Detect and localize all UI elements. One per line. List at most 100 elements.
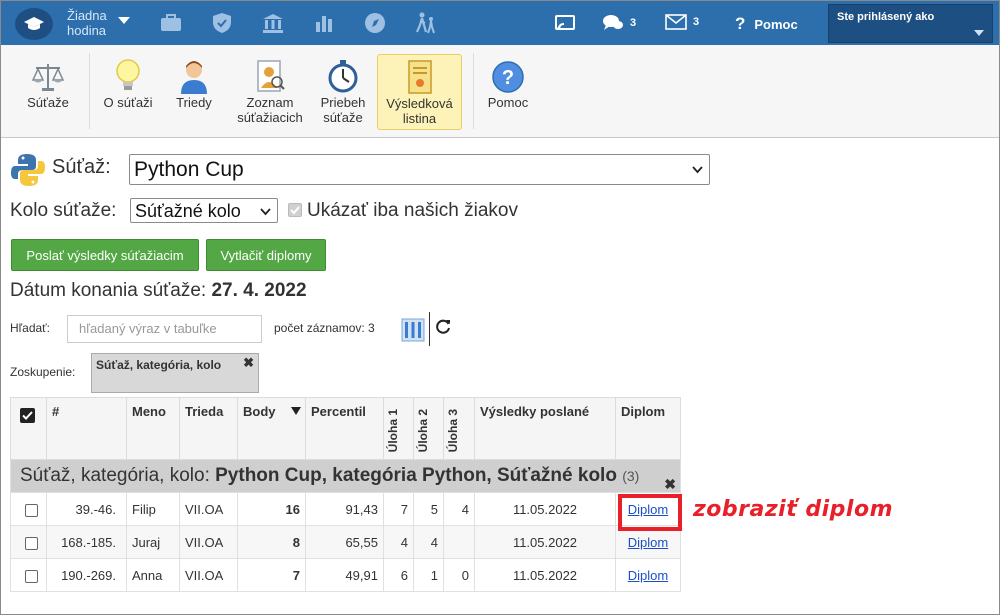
column-header-task1[interactable]: Úloha 1	[383, 397, 414, 460]
cell-name: Juraj	[126, 525, 180, 559]
toolbar-item-help[interactable]: ? Pomoc	[482, 54, 534, 130]
cell-task1: 6	[383, 558, 414, 592]
toolbar-item-classes[interactable]: Triedy	[168, 54, 220, 130]
certificate-icon	[378, 55, 461, 95]
toolbar-label: Výsledková	[386, 96, 453, 111]
screen-share-icon[interactable]	[553, 12, 577, 34]
column-header-points[interactable]: Body	[237, 397, 306, 460]
graduation-cap-icon[interactable]	[15, 8, 53, 40]
scales-icon	[19, 54, 77, 94]
grouping-chip[interactable]: Súťaž, kategória, kolo ✖	[91, 353, 259, 393]
column-header-task1-label: Úloha 1	[386, 408, 400, 452]
help-link[interactable]: ? Pomoc	[735, 14, 798, 34]
competition-date-label: Dátum konania súťaže:	[10, 280, 207, 301]
collapse-group-icon[interactable]: ✖	[664, 476, 676, 493]
competition-date-value: 27. 4. 2022	[211, 280, 307, 301]
round-label: Kolo súťaže:	[10, 200, 117, 221]
table-row[interactable]: 39.-46. Filip VII.OA 16 91,43 7 5 4 11.0…	[10, 492, 681, 526]
column-header-percentile[interactable]: Percentil	[305, 397, 384, 460]
send-results-button[interactable]: Poslať výsledky súťažiacim	[11, 239, 199, 271]
shield-check-icon[interactable]	[210, 12, 234, 34]
logged-in-as-label: Ste prihlásený ako	[837, 11, 935, 23]
module-toolbar: Súťaže O súťaži Triedy Zoznam súťažiacic…	[1, 45, 999, 138]
cell-points: 16	[237, 492, 306, 526]
group-row[interactable]: Súťaž, kategória, kolo: Python Cup, kate…	[10, 459, 681, 493]
cell-results-sent: 11.05.2022	[474, 492, 616, 526]
toolbar-divider	[89, 53, 90, 129]
cell-percentile: 91,43	[305, 492, 384, 526]
column-header-task2[interactable]: Úloha 2	[413, 397, 444, 460]
grouping-label: Zoskupenie:	[10, 365, 76, 379]
row-checkbox[interactable]	[25, 503, 38, 517]
toolbar-item-about[interactable]: O súťaži	[98, 54, 158, 130]
messages-button[interactable]: 3	[602, 14, 636, 32]
institution-icon[interactable]	[261, 12, 285, 34]
toolbar-item-contestant-list[interactable]: Zoznam súťažiacich	[230, 54, 310, 130]
briefcase-icon[interactable]	[159, 12, 183, 34]
diploma-link[interactable]: Diplom	[628, 535, 668, 550]
cell-class: VII.OA	[179, 558, 238, 592]
column-header-name[interactable]: Meno	[126, 397, 180, 460]
cell-task2: 1	[413, 558, 444, 592]
column-header-points-label: Body	[243, 404, 276, 419]
table-row[interactable]: 168.-185. Juraj VII.OA 8 65,55 4 4 11.05…	[10, 525, 681, 559]
table-row[interactable]: 190.-269. Anna VII.OA 7 49,91 6 1 0 11.0…	[10, 558, 681, 592]
toolbar-label: Súťaže	[27, 95, 69, 110]
walking-people-icon[interactable]	[414, 12, 438, 34]
cell-name: Anna	[126, 558, 180, 592]
cell-task1: 4	[383, 525, 414, 559]
round-select[interactable]: Súťažné kolo	[130, 198, 278, 223]
question-mark-icon: ?	[735, 14, 746, 33]
select-all-header[interactable]	[10, 397, 47, 460]
toolbar-label: Zoznam	[246, 95, 294, 110]
cell-task3	[443, 525, 475, 559]
annotation-label: zobraziť diplom	[693, 497, 893, 522]
group-row-label: Súťaž, kategória, kolo:	[20, 465, 210, 486]
compass-icon[interactable]	[363, 12, 387, 34]
cell-class: VII.OA	[179, 525, 238, 559]
chevron-down-icon[interactable]	[118, 17, 130, 25]
refresh-icon[interactable]	[436, 319, 451, 339]
messages-count: 3	[630, 17, 637, 29]
student-icon	[168, 54, 220, 94]
checkmark-icon	[22, 411, 33, 420]
main-content: Súťaž: Python Cup Kolo súťaže: Súťažné k…	[1, 139, 999, 614]
column-chooser-icon[interactable]	[401, 318, 425, 347]
close-icon[interactable]: ✖	[243, 355, 254, 371]
select-all-checkbox[interactable]	[20, 408, 35, 423]
row-checkbox[interactable]	[25, 569, 38, 583]
print-diplomas-button[interactable]: Vytlačiť diplomy	[206, 239, 326, 271]
bar-chart-icon[interactable]	[312, 12, 336, 34]
record-count: počet záznamov: 3	[274, 321, 375, 335]
competition-select[interactable]: Python Cup	[129, 154, 710, 185]
chevron-down-icon	[260, 208, 271, 216]
toolbar-item-competitions[interactable]: Súťaže	[19, 54, 77, 130]
row-checkbox[interactable]	[25, 536, 38, 550]
diploma-link[interactable]: Diplom	[628, 568, 668, 583]
toolbar-label: Triedy	[176, 95, 212, 110]
only-our-students-checkbox[interactable]	[288, 203, 302, 217]
column-header-results-sent[interactable]: Výsledky poslané	[474, 397, 616, 460]
column-header-diploma[interactable]: Diplom	[615, 397, 681, 460]
column-header-task3[interactable]: Úloha 3	[443, 397, 475, 460]
cell-task3: 4	[443, 492, 475, 526]
cell-rank: 168.-185.	[46, 525, 127, 559]
only-our-students-label: Ukázať iba našich žiakov	[307, 200, 518, 221]
lesson-selector[interactable]: Žiadna hodina	[67, 8, 107, 38]
column-header-class[interactable]: Trieda	[179, 397, 238, 460]
column-header-number[interactable]: #	[46, 397, 127, 460]
toolbar-label: súťažiacich	[237, 110, 303, 125]
mail-button[interactable]: 3	[665, 14, 699, 30]
sort-descending-icon	[291, 407, 301, 415]
cell-rank: 190.-269.	[46, 558, 127, 592]
mail-count: 3	[693, 16, 700, 28]
toolbar-divider	[429, 312, 430, 346]
toolbar-item-results[interactable]: Výsledková listina	[377, 54, 462, 130]
results-table: # Meno Trieda Body Percentil Úloha 1 Úlo…	[10, 397, 681, 592]
toolbar-label: Priebeh	[320, 95, 366, 110]
toolbar-item-progress[interactable]: Priebeh súťaže	[315, 54, 371, 130]
search-input[interactable]: hľadaný výraz v tabuľke	[67, 315, 262, 343]
user-account-dropdown[interactable]: Ste prihlásený ako	[828, 4, 993, 43]
cell-task3: 0	[443, 558, 475, 592]
cell-class: VII.OA	[179, 492, 238, 526]
